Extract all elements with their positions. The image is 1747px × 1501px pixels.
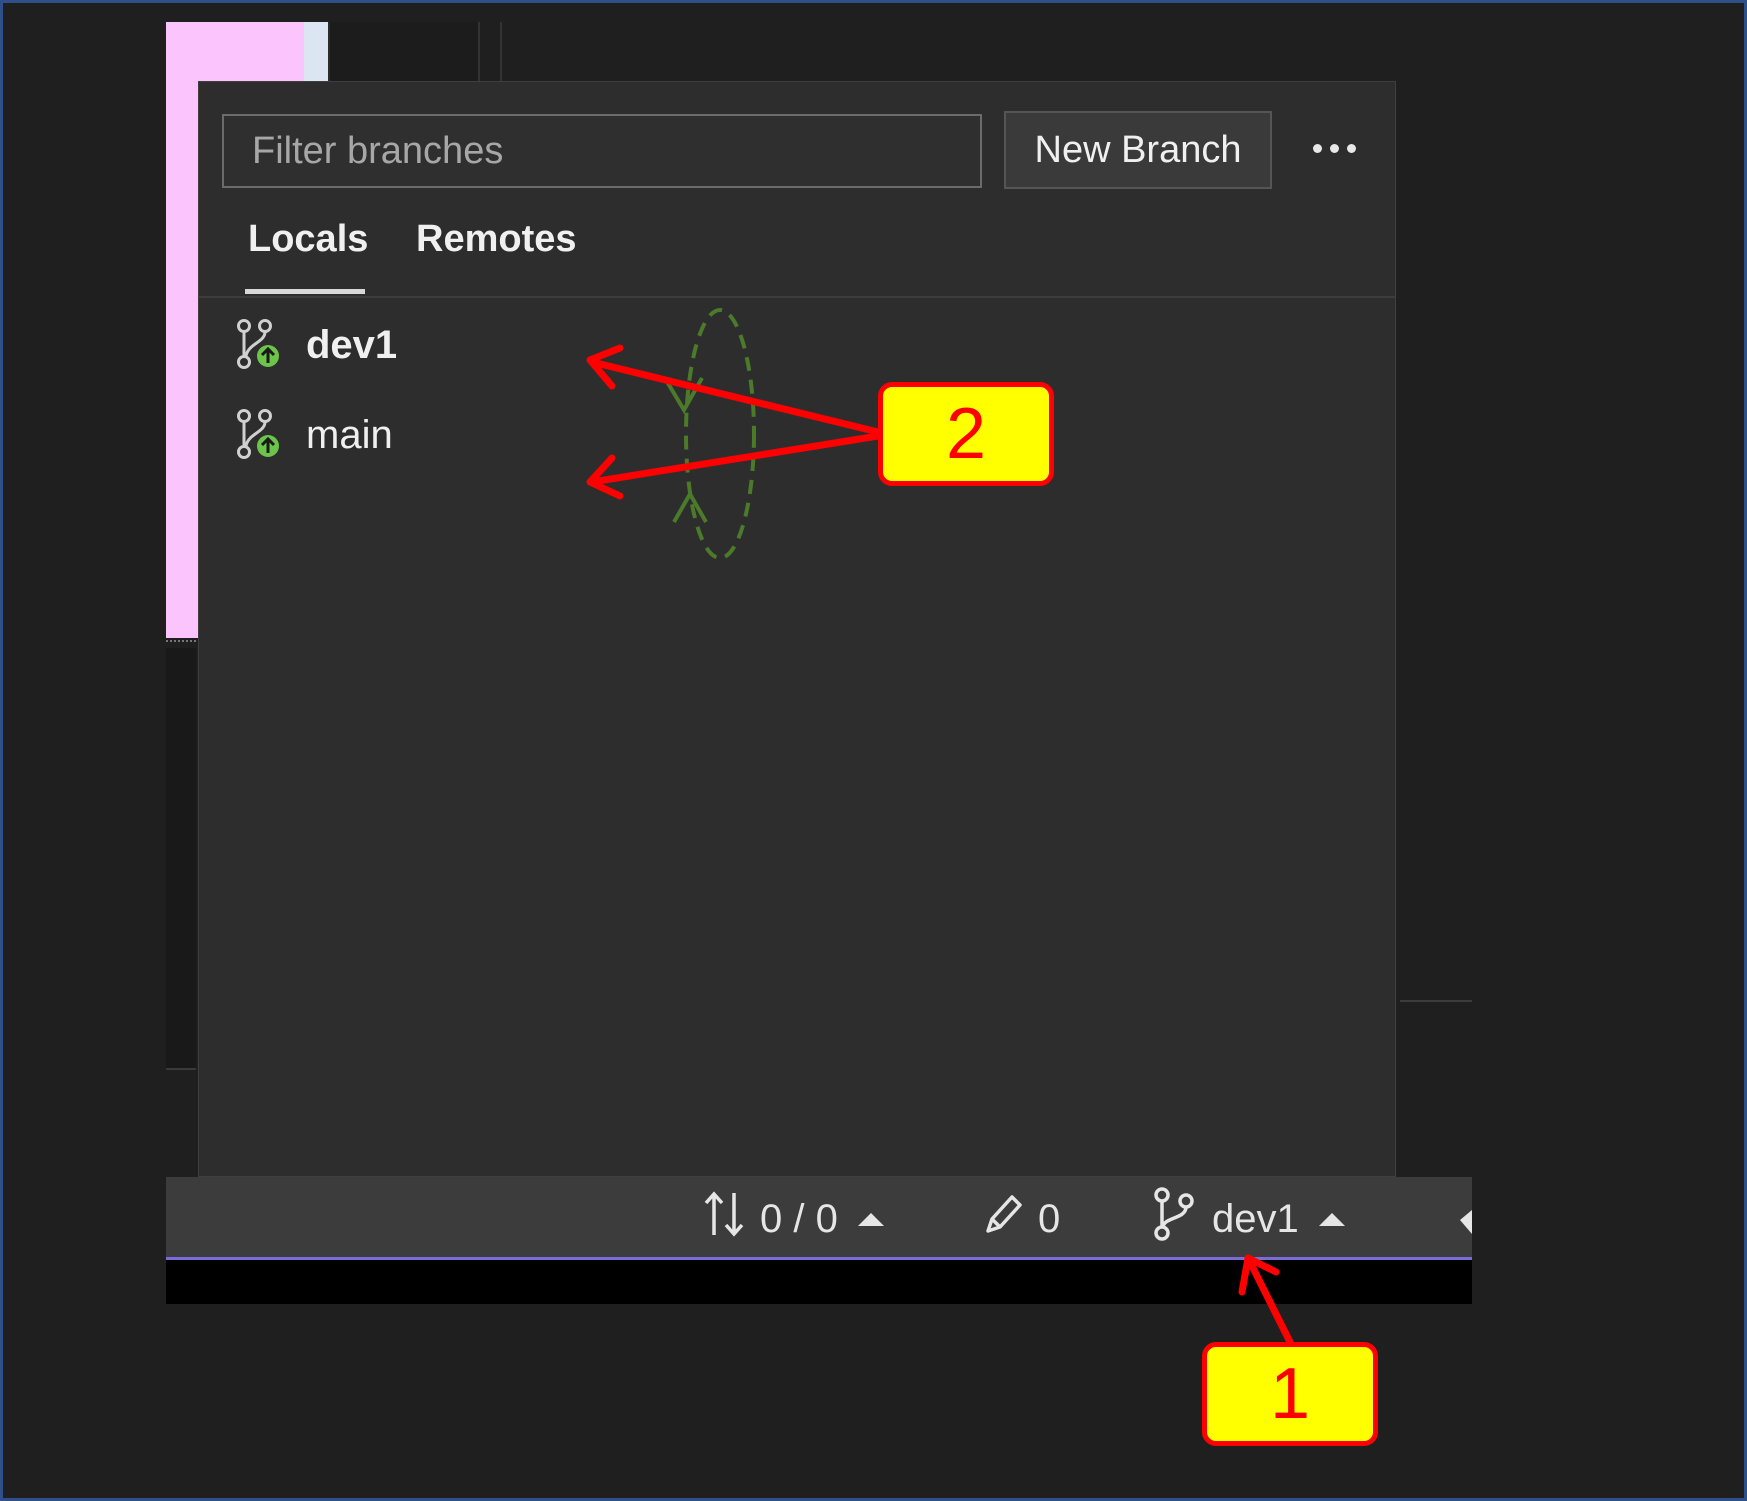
background-dotted-separator — [166, 640, 196, 646]
branch-name: main — [306, 412, 393, 457]
branch-item-main[interactable]: main — [234, 400, 393, 470]
new-branch-button[interactable]: New Branch — [1004, 111, 1272, 189]
caret-up-icon — [1318, 1212, 1345, 1226]
background-panel — [166, 648, 196, 1070]
sync-status-button[interactable]: 0 / 0 — [702, 1189, 884, 1249]
background-tab-strip — [328, 22, 480, 82]
tab-remotes[interactable]: Remotes — [416, 218, 577, 261]
branch-name: dev1 — [306, 322, 398, 367]
background-divider — [500, 22, 502, 82]
annotation-callout-2: 2 — [878, 382, 1054, 486]
sync-arrows-icon — [702, 1189, 746, 1249]
ellipsis-icon[interactable] — [1304, 128, 1364, 168]
changes-count: 0 — [1038, 1196, 1061, 1241]
notification-bell-icon[interactable] — [1456, 1208, 1472, 1236]
tab-divider — [199, 296, 1395, 298]
status-bar-shadow — [166, 1260, 1472, 1304]
caret-up-icon — [857, 1212, 884, 1226]
annotation-callout-1: 1 — [1202, 1342, 1378, 1446]
filter-branches-input[interactable] — [222, 114, 982, 188]
branch-item-dev1[interactable]: dev1 — [234, 310, 397, 380]
branch-outgoing-icon — [234, 318, 284, 372]
git-branch-icon — [1152, 1187, 1198, 1251]
background-divider — [1400, 1000, 1472, 1002]
background-divider — [478, 22, 480, 82]
current-branch-button[interactable]: dev1 — [1152, 1187, 1345, 1246]
pencil-icon — [980, 1191, 1024, 1247]
tab-selected-indicator — [245, 289, 365, 294]
sync-count: 0 / 0 — [760, 1196, 838, 1241]
current-branch-name: dev1 — [1212, 1196, 1299, 1241]
branch-picker-popup — [198, 81, 1396, 1177]
branch-outgoing-icon — [234, 408, 284, 462]
pending-changes-button[interactable]: 0 — [980, 1192, 1060, 1246]
tab-locals[interactable]: Locals — [248, 218, 368, 261]
